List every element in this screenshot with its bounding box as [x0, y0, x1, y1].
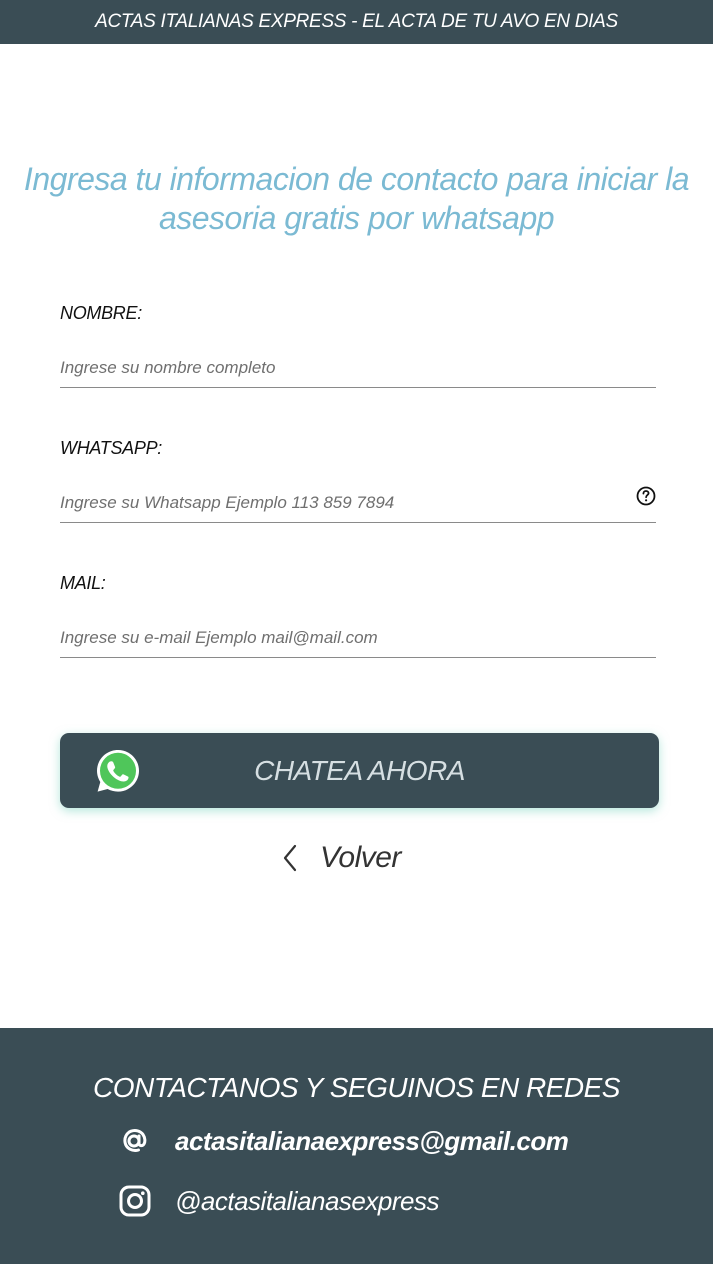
mail-label: MAIL:: [60, 573, 106, 593]
footer-email[interactable]: actasitalianaexpress@gmail.com: [175, 1126, 569, 1157]
footer: CONTACTANOS Y SEGUINOS EN REDES actasita…: [0, 1028, 713, 1264]
back-link[interactable]: Volver: [280, 838, 401, 878]
footer-title: CONTACTANOS Y SEGUINOS EN REDES: [93, 1072, 620, 1103]
chat-now-label: CHATEA AHORA: [254, 754, 465, 786]
mail-input[interactable]: [60, 618, 656, 658]
whatsapp-label: WHATSAPP:: [60, 438, 162, 458]
question-circle-icon[interactable]: [636, 486, 656, 506]
whatsapp-input[interactable]: [60, 483, 656, 523]
banner-text: ACTAS ITALIANAS EXPRESS - EL ACTA DE TU …: [95, 11, 618, 32]
back-label: Volver: [320, 841, 401, 874]
chevron-left-icon: [283, 844, 297, 872]
chat-now-button[interactable]: CHATEA AHORA: [60, 733, 659, 808]
footer-instagram[interactable]: @actasitalianasexpress: [175, 1186, 439, 1217]
footer-instagram-row[interactable]: @actasitalianasexpress: [118, 1184, 439, 1218]
footer-email-row[interactable]: actasitalianaexpress@gmail.com: [118, 1124, 569, 1158]
top-banner: ACTAS ITALIANAS EXPRESS - EL ACTA DE TU …: [0, 0, 713, 44]
at-sign-icon: [123, 1129, 147, 1152]
name-input[interactable]: [60, 348, 656, 388]
name-label: NOMBRE:: [60, 303, 142, 323]
page-headline: Ingresa tu informacion de contacto para …: [23, 161, 690, 236]
instagram-icon: [119, 1185, 151, 1217]
